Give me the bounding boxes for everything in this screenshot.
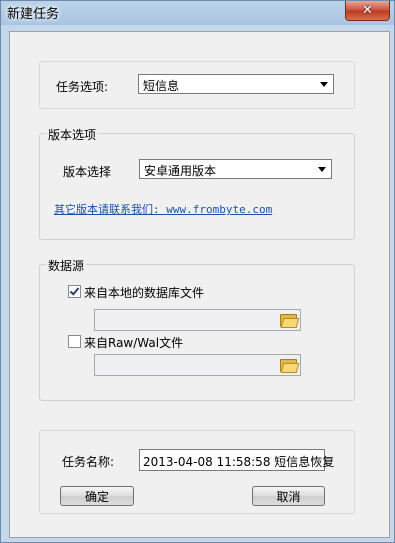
local-db-path-field[interactable] (94, 309, 301, 331)
task-name-panel: 任务名称: 2013-04-08 11:58:58 短信息恢复 确定 取消 (39, 430, 355, 514)
chevron-down-icon (318, 167, 326, 172)
task-name-label: 任务名称: (62, 455, 115, 469)
folder-open-icon[interactable] (279, 357, 300, 373)
contact-link[interactable]: 其它版本请联系我们: www.frombyte.com (54, 201, 272, 217)
window-title: 新建任务 (7, 7, 60, 22)
local-db-label[interactable]: 来自本地的数据库文件 (84, 284, 204, 301)
title-bar[interactable]: 新建任务 ✕ (1, 1, 395, 25)
task-option-panel: 任务选项: 短信息 (39, 61, 355, 109)
task-name-input[interactable]: 2013-04-08 11:58:58 短信息恢复 (139, 449, 334, 471)
task-option-value: 短信息 (143, 79, 180, 93)
version-options-title: 版本选项 (46, 126, 99, 143)
dialog-body: 任务选项: 短信息 版本选项 版本选择 安卓通用版本 其它版本请联系我们: ww… (9, 31, 390, 538)
check-mark-icon (69, 285, 80, 296)
raw-wal-checkbox[interactable] (68, 335, 81, 348)
close-icon: ✕ (362, 3, 373, 18)
task-option-dropdown[interactable]: 短信息 (138, 74, 334, 94)
task-option-label: 任务选项: (56, 80, 109, 94)
datasource-title: 数据源 (46, 257, 87, 274)
chevron-down-icon (320, 82, 328, 87)
version-options-group: 版本选项 版本选择 安卓通用版本 其它版本请联系我们: www.frombyte… (39, 126, 355, 240)
version-select-label: 版本选择 (63, 165, 112, 179)
local-db-checkbox[interactable] (68, 285, 81, 298)
version-dropdown[interactable]: 安卓通用版本 (139, 159, 332, 179)
datasource-group: 数据源 来自本地的数据库文件 来自Raw/Wal文件 (39, 257, 355, 401)
folder-open-icon[interactable] (279, 312, 300, 328)
close-button[interactable]: ✕ (345, 1, 390, 21)
ok-button[interactable]: 确定 (60, 486, 134, 506)
dialog-window: 新建任务 ✕ 任务选项: 短信息 版本选项 版本选择 安卓通用版本 其它版本请联… (0, 0, 395, 543)
version-value: 安卓通用版本 (144, 164, 217, 178)
cancel-button[interactable]: 取消 (252, 486, 325, 506)
raw-wal-path-field[interactable] (94, 354, 301, 376)
raw-wal-label[interactable]: 来自Raw/Wal文件 (84, 334, 183, 351)
task-name-value: 2013-04-08 11:58:58 短信息恢复 (143, 455, 335, 469)
